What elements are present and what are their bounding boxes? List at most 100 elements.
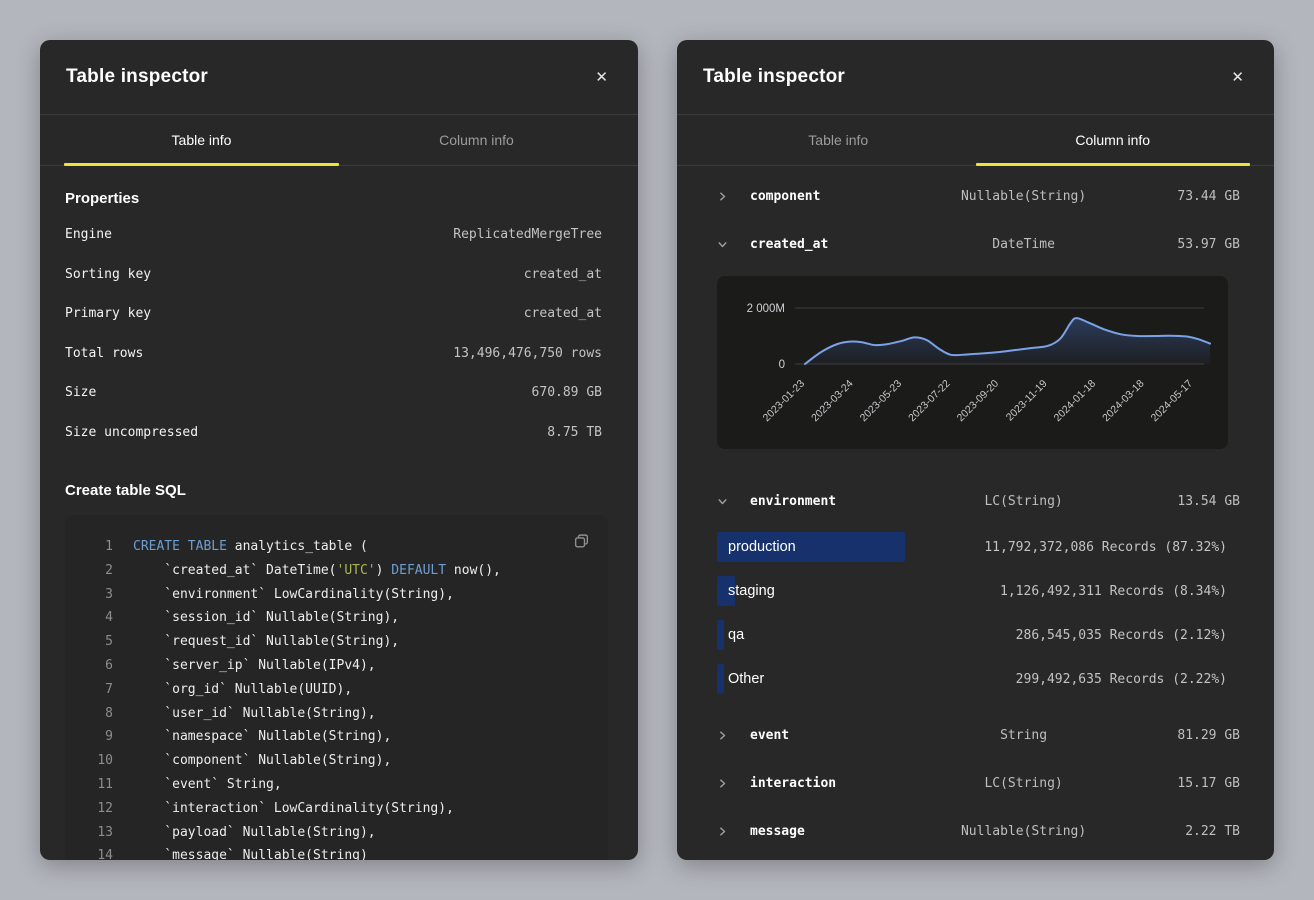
x-axis-tick-label: 2023-09-20 [955, 378, 1002, 425]
property-row: Size 670.89 GB [65, 373, 602, 413]
property-value: 13,496,476,750 rows [453, 346, 602, 361]
column-size: 15.17 GB [1130, 776, 1240, 791]
x-axis-tick-label: 2024-05-17 [1149, 378, 1196, 425]
sql-code-line: 12 `interaction` LowCardinality(String), [71, 797, 594, 821]
property-label: Total rows [65, 346, 143, 361]
column-size: 53.97 GB [1130, 237, 1240, 252]
column-row-message[interactable]: messageNullable(String)2.22 TB [677, 807, 1274, 855]
property-value: ReplicatedMergeTree [453, 227, 602, 242]
sql-token: `interaction` LowCardinality(String), [133, 797, 454, 821]
tab-column-info[interactable]: Column info [976, 115, 1251, 165]
line-number: 10 [71, 749, 113, 773]
sql-code-line: 2 `created_at` DateTime('UTC') DEFAULT n… [71, 559, 594, 583]
value-label: qa [728, 627, 744, 643]
environment-bar-cell: Other [717, 664, 947, 694]
svg-text:2 000M: 2 000M [747, 303, 785, 315]
column-type: Nullable(String) [917, 189, 1130, 204]
line-number: 4 [71, 606, 113, 630]
sql-code-line: 13 `payload` Nullable(String), [71, 821, 594, 845]
environment-bar-cell: staging [717, 576, 947, 606]
tab-column-info[interactable]: Column info [339, 115, 614, 165]
property-label: Size [65, 385, 96, 400]
column-row-environment[interactable]: environmentLC(String)13.54 GB [677, 477, 1274, 525]
tab-bar: Table info Column info [677, 115, 1274, 166]
value-bar [717, 664, 724, 694]
line-number: 2 [71, 559, 113, 583]
chevron-right-icon [717, 826, 739, 837]
chevron-down-icon [717, 496, 739, 507]
line-number: 11 [71, 773, 113, 797]
sql-code-line: 8 `user_id` Nullable(String), [71, 702, 594, 726]
property-row: Size uncompressed8.75 TB [65, 413, 602, 453]
property-label: Engine [65, 227, 112, 242]
line-number: 1 [71, 535, 113, 559]
tab-table-info[interactable]: Table info [64, 115, 339, 165]
column-size: 13.54 GB [1130, 494, 1240, 509]
sql-code-line: 9 `namespace` Nullable(String), [71, 725, 594, 749]
column-size: 81.29 GB [1130, 728, 1240, 743]
close-button[interactable]: ✕ [1227, 66, 1248, 89]
property-row: Sorting keycreated_at [65, 255, 602, 295]
property-row: Total rows 13,496,476,750 rows [65, 334, 602, 374]
environment-bar-cell: qa [717, 620, 947, 650]
property-value: created_at [524, 306, 602, 321]
property-label: Size uncompressed [65, 425, 198, 440]
line-number: 3 [71, 583, 113, 607]
column-row-component[interactable]: componentNullable(String)73.44 GB [677, 172, 1274, 220]
sql-token: `event` String, [133, 773, 282, 797]
sql-code-block: 1CREATE TABLE analytics_table (2 `create… [65, 515, 608, 860]
sql-lines: 1CREATE TABLE analytics_table (2 `create… [71, 535, 594, 860]
line-number: 12 [71, 797, 113, 821]
close-button[interactable]: ✕ [591, 66, 612, 89]
sql-code-line: 3 `environment` LowCardinality(String), [71, 583, 594, 607]
column-row-created_at[interactable]: created_atDateTime53.97 GB [677, 220, 1274, 268]
tab-table-info[interactable]: Table info [701, 115, 976, 165]
sql-code-line: 1CREATE TABLE analytics_table ( [71, 535, 594, 559]
column-type: DateTime [917, 237, 1130, 252]
tab-bar: Table info Column info [40, 115, 638, 166]
line-number: 6 [71, 654, 113, 678]
sql-token: `request_id` Nullable(String), [133, 630, 399, 654]
sql-token: `org_id` Nullable(UUID), [133, 678, 352, 702]
table-inspector-modal-right: Table inspector ✕ Table info Column info… [677, 40, 1274, 860]
x-axis-tick-label: 2024-01-18 [1052, 378, 1099, 425]
x-axis-tick-label: 2023-11-19 [1004, 378, 1050, 424]
sql-token: now(), [446, 559, 501, 583]
sql-token: `component` Nullable(String), [133, 749, 391, 773]
copy-sql-button[interactable] [569, 529, 594, 554]
column-name: component [750, 189, 917, 204]
sql-code-line: 5 `request_id` Nullable(String), [71, 630, 594, 654]
sql-code-line: 6 `server_ip` Nullable(IPv4), [71, 654, 594, 678]
column-row-interaction[interactable]: interactionLC(String)15.17 GB [677, 759, 1274, 807]
properties-list: EngineReplicatedMergeTreeSorting keycrea… [65, 215, 602, 452]
column-type: LC(String) [917, 776, 1130, 791]
svg-text:0: 0 [779, 359, 785, 371]
line-number: 9 [71, 725, 113, 749]
sql-code-line: 10 `component` Nullable(String), [71, 749, 594, 773]
x-axis-tick-label: 2023-05-23 [858, 378, 905, 425]
sql-token: DEFAULT [391, 559, 446, 583]
created-at-distribution-chart: 2 000M02023-01-232023-03-242023-05-23202… [717, 276, 1228, 449]
property-row: Primary keycreated_at [65, 294, 602, 334]
value-records: 1,126,492,311 Records (8.34%) [1000, 584, 1227, 599]
column-type: Nullable(String) [917, 824, 1130, 839]
property-value: 670.89 GB [532, 385, 602, 400]
environment-values: production11,792,372,086 Records (87.32%… [677, 525, 1274, 711]
column-size: 2.22 TB [1130, 824, 1240, 839]
property-label: Sorting key [65, 267, 151, 282]
x-axis-tick-label: 2023-07-22 [906, 378, 953, 425]
modal-title: Table inspector [703, 66, 845, 88]
value-records: 299,492,635 Records (2.22%) [1016, 672, 1227, 687]
environment-value-row: Other 299,492,635 Records (2.22%) [677, 657, 1274, 701]
sql-token: `user_id` Nullable(String), [133, 702, 376, 726]
sql-token: 'UTC' [337, 559, 376, 583]
environment-value-row: staging 1,126,492,311 Records (8.34%) [677, 569, 1274, 613]
column-row-event[interactable]: eventString81.29 GB [677, 711, 1274, 759]
column-name: environment [750, 494, 917, 509]
column-type: String [917, 728, 1130, 743]
sql-token: `payload` Nullable(String), [133, 821, 376, 845]
x-axis-tick-label: 2023-03-24 [809, 378, 856, 425]
column-size: 73.44 GB [1130, 189, 1240, 204]
modal-header: Table inspector ✕ [40, 40, 638, 115]
chart-area-fill [805, 318, 1210, 364]
